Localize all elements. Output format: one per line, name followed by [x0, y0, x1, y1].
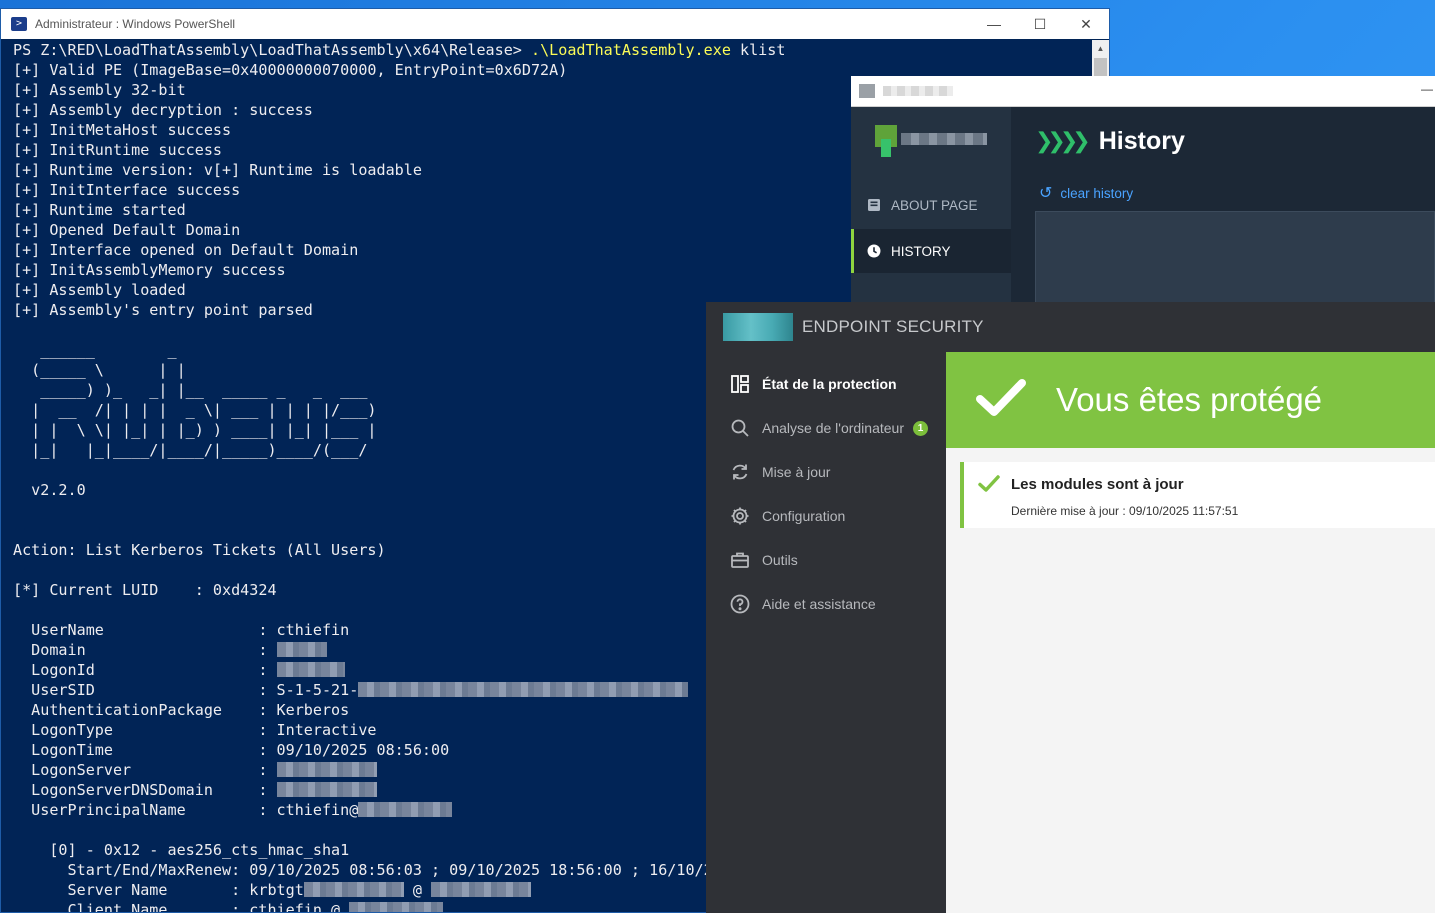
briefcase-icon — [730, 550, 750, 570]
es-main: Vous êtes protégé Les modules sont à jou… — [946, 352, 1435, 913]
command-text: .\LoadThatAssembly.exe — [530, 41, 731, 59]
undo-icon: ↺ — [1039, 185, 1053, 202]
clear-history-link[interactable]: ↺ clear history — [1039, 183, 1133, 203]
nav-help[interactable]: Aide et assistance — [706, 582, 946, 626]
book-icon — [867, 198, 881, 212]
tool-sidebar: ABOUT PAGE HISTORY — [851, 107, 1011, 316]
endpoint-security-window[interactable]: ENDPOINT SECURITY État de la protection … — [706, 302, 1435, 913]
redacted-text — [276, 642, 327, 657]
redacted-text — [358, 802, 453, 817]
modules-status-card[interactable]: Les modules sont à jour Dernière mise à … — [960, 462, 1435, 528]
redacted-text — [276, 762, 377, 777]
app-icon — [859, 84, 875, 98]
window-title: Administrateur : Windows PowerShell — [35, 17, 236, 31]
check-icon — [978, 475, 1000, 498]
es-header: ENDPOINT SECURITY — [706, 302, 1435, 352]
scroll-up-icon[interactable]: ▲ — [1092, 40, 1109, 57]
redacted-text — [276, 662, 345, 677]
nav-update[interactable]: Mise à jour — [706, 450, 946, 494]
tool-titlebar[interactable]: — — [851, 76, 1435, 107]
nav-protection-status[interactable]: État de la protection — [706, 362, 946, 406]
nav-label: ABOUT PAGE — [891, 197, 978, 213]
tool-main: ❯❯❯❯ History ↺ clear history — [1011, 107, 1435, 316]
nav-label: HISTORY — [891, 243, 951, 259]
redacted-text — [276, 782, 377, 797]
brand-logo — [723, 313, 793, 341]
history-panel — [1035, 211, 1435, 316]
redacted-text — [431, 882, 532, 897]
console-line: PS Z:\RED\LoadThatAssembly\LoadThatAssem… — [13, 41, 786, 59]
protection-status-text: Vous êtes protégé — [1056, 381, 1323, 418]
search-icon — [730, 418, 750, 438]
notification-badge: 1 — [912, 420, 928, 436]
minimize-icon[interactable]: — — [1421, 82, 1433, 96]
check-icon — [976, 378, 1026, 423]
page-title: History — [1098, 127, 1185, 155]
chevrons-icon: ❯❯❯❯ — [1035, 129, 1091, 154]
protection-banner: Vous êtes protégé — [946, 352, 1435, 448]
minimize-button[interactable]: — — [971, 9, 1017, 39]
maximize-button[interactable]: ☐ — [1017, 9, 1063, 39]
redacted-text — [303, 882, 404, 897]
last-update-text: Dernière mise à jour : 09/10/2025 11:57:… — [1011, 504, 1239, 518]
nav-computer-scan[interactable]: Analyse de l'ordinateur 1 — [706, 406, 946, 450]
powershell-icon: > — [11, 17, 27, 31]
refresh-icon — [730, 462, 750, 482]
nav-about-page[interactable]: ABOUT PAGE — [851, 183, 1011, 227]
redacted-text — [358, 682, 689, 697]
powershell-titlebar[interactable]: > Administrateur : Windows PowerShell — … — [1, 9, 1109, 39]
card-title: Les modules sont à jour — [1011, 476, 1184, 493]
nav-configuration[interactable]: Configuration — [706, 494, 946, 538]
close-button[interactable]: ✕ — [1063, 9, 1109, 39]
clock-icon — [867, 244, 881, 258]
dashboard-icon — [730, 374, 750, 394]
tool-logo — [875, 125, 987, 161]
gear-icon — [730, 506, 750, 526]
redacted-text — [349, 902, 444, 912]
es-sidebar: État de la protection Analyse de l'ordin… — [706, 352, 946, 913]
nav-history[interactable]: HISTORY — [851, 229, 1011, 273]
help-icon — [730, 594, 750, 614]
nav-tools[interactable]: Outils — [706, 538, 946, 582]
brand-name: ENDPOINT SECURITY — [802, 317, 984, 336]
tool-window[interactable]: — ABOUT PAGE HISTORY ❯❯❯❯ History ↺ clea… — [851, 76, 1435, 316]
redacted-title — [883, 86, 953, 96]
